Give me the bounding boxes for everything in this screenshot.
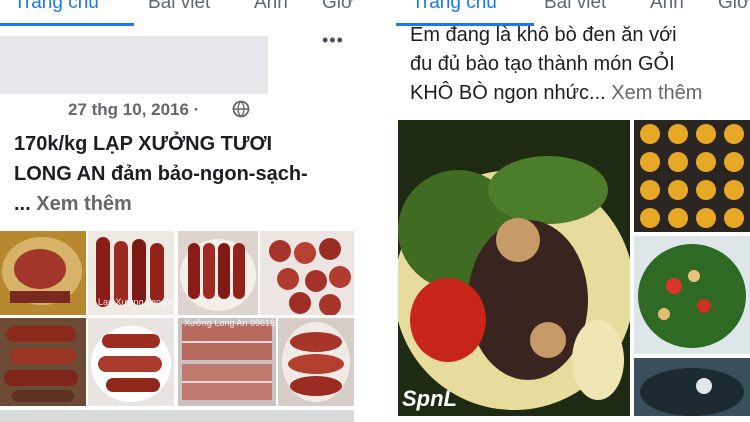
ellipsis: ... — [14, 193, 37, 215]
tab-more[interactable]: Giớ — [322, 0, 353, 14]
tab-posts[interactable]: Bài viết — [148, 0, 210, 14]
more-options-icon[interactable]: ••• — [322, 30, 344, 51]
tab-home[interactable]: Trang chủ — [412, 0, 497, 14]
post-text-line-3: ... Xem thêm — [14, 190, 132, 219]
photo-sliced-sausage[interactable] — [260, 231, 354, 315]
active-tab-underline — [0, 23, 134, 26]
photo-vacuum-packs[interactable]: Xưởng Long An 0961829... — [178, 318, 276, 406]
photo-herb-salad[interactable] — [634, 236, 750, 354]
watermark-text-2: Xưởng Long An 0961829... — [184, 318, 276, 328]
photo-papaya-salad-main[interactable]: SpnL — [398, 120, 630, 416]
post-text-line-2: LONG AN đảm bảo-ngon-sạch- — [14, 163, 308, 185]
post-text-line-3: KHÔ BÒ ngon nhức... Xem thêm — [410, 79, 702, 108]
tab-posts[interactable]: Bài viết — [544, 0, 606, 14]
tab-home[interactable]: Trang chủ — [14, 0, 99, 14]
photo-packaged-cups[interactable] — [634, 120, 750, 232]
watermark-text: Lạp Xưởng Long An 0961829... — [98, 297, 174, 307]
photo-dark-dish[interactable] — [634, 358, 750, 416]
see-more-link[interactable]: Xem thêm — [36, 193, 132, 215]
next-post-strip — [0, 410, 354, 422]
photo-dried-sausage[interactable]: Lạp Xưởng Long An 0961829... — [88, 231, 174, 315]
tab-bar: Trang chủ Bài viết Ảnh Giớ — [0, 0, 358, 26]
see-more-link[interactable]: Xem thêm — [611, 82, 702, 104]
photo-sausage-plate[interactable] — [0, 231, 86, 315]
post-text-line-3-text: KHÔ BÒ ngon nhức... — [410, 82, 606, 104]
photo-sausage-plate-2[interactable] — [178, 231, 258, 315]
post-date[interactable]: 27 thg 10, 2016 · — [68, 100, 199, 120]
photo-sausage-links[interactable] — [278, 318, 354, 406]
post-text-line-1: 170k/kg LẠP XƯỞNG TƯƠI — [14, 133, 273, 155]
tab-photos[interactable]: Ảnh — [650, 0, 684, 14]
right-screenshot-panel: Trang chủ Bài viết Ảnh Giớ Em đang là kh… — [396, 0, 750, 422]
redacted-page-name — [0, 36, 268, 94]
watermark-logo-text: SpnL — [402, 386, 457, 411]
photo-grilled-sausage[interactable] — [0, 318, 86, 406]
globe-icon — [232, 100, 250, 118]
post-text-line-2: đu đủ bào tạo thành món GỎI — [410, 53, 675, 75]
tab-photos[interactable]: Ảnh — [254, 0, 288, 14]
post-text-line-1: Em đang là khô bò đen ăn với — [410, 24, 677, 46]
tab-more[interactable]: Giớ — [718, 0, 749, 14]
photo-sausage-bowl[interactable] — [88, 318, 174, 406]
left-screenshot-panel: Trang chủ Bài viết Ảnh Giớ ••• 27 thg 10… — [0, 0, 358, 422]
